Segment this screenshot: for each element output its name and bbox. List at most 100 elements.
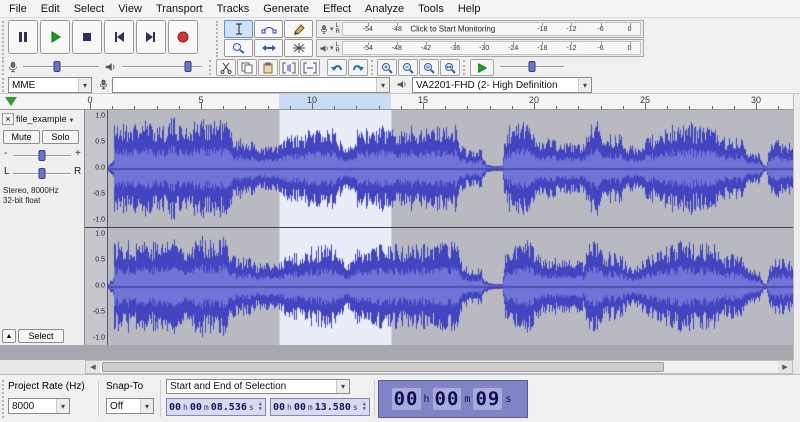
spin-down-icon[interactable]: ▼ <box>259 407 262 412</box>
redo-button[interactable] <box>348 59 368 76</box>
select-track-button[interactable]: Select <box>18 329 64 343</box>
menu-item-tracks[interactable]: Tracks <box>210 2 257 16</box>
recording-device-select[interactable]: ▾ <box>112 77 390 93</box>
start-minutes: 00 <box>190 402 202 413</box>
edit-toolbar-handle[interactable] <box>209 60 213 75</box>
play-speed-slider[interactable] <box>500 61 564 73</box>
solo-button[interactable]: Solo <box>42 130 79 144</box>
audio-host-value: MME <box>12 80 78 91</box>
time-shift-tool-button[interactable] <box>254 39 283 57</box>
playback-volume-slider[interactable] <box>122 61 202 73</box>
project-rate-select[interactable]: 8000▾ <box>8 398 70 414</box>
slider-thumb[interactable] <box>39 168 46 179</box>
ruler-tick <box>401 106 402 109</box>
zoom-to-selection-button[interactable] <box>419 59 439 76</box>
menu-item-effect[interactable]: Effect <box>316 2 358 16</box>
menu-item-help[interactable]: Help <box>451 2 488 16</box>
selection-end-field[interactable]: 00h00m13.580s ▲▼ <box>270 398 370 416</box>
collapse-track-button[interactable]: ▲ <box>2 329 16 343</box>
skip-to-start-button[interactable] <box>104 20 134 54</box>
start-seconds: 08.536 <box>211 402 247 413</box>
waveform-area[interactable] <box>108 110 793 345</box>
copy-button[interactable] <box>237 59 257 76</box>
slider-thumb[interactable] <box>54 61 61 72</box>
db-scale-label: 0.5 <box>95 139 105 146</box>
menu-item-edit[interactable]: Edit <box>34 2 67 16</box>
zoom-toolbar-handle[interactable] <box>371 60 375 75</box>
menu-item-file[interactable]: File <box>2 2 34 16</box>
menu-item-generate[interactable]: Generate <box>256 2 316 16</box>
track-title[interactable]: file_example▼ <box>16 114 74 124</box>
pause-button[interactable] <box>8 20 38 54</box>
selection-tool-button[interactable] <box>224 20 253 38</box>
silence-audio-button[interactable] <box>300 59 320 76</box>
horizontal-scrollbar-thumb[interactable] <box>102 362 664 372</box>
recording-volume-slider[interactable] <box>23 61 99 73</box>
meter-dropdown-icon[interactable]: ▾ <box>330 25 334 33</box>
microphone-icon <box>98 78 109 91</box>
device-toolbar-handle[interactable] <box>2 78 6 92</box>
zoom-in-button[interactable] <box>377 59 397 76</box>
audio-position-display[interactable]: 00h00m09s <box>378 380 528 418</box>
snap-to-select[interactable]: Off▾ <box>106 398 154 414</box>
recording-meter[interactable]: ▾ LR -54-48-18-12-60Click to Start Monit… <box>316 20 644 38</box>
menu-item-tools[interactable]: Tools <box>411 2 451 16</box>
record-button[interactable] <box>168 20 198 54</box>
play-pin-icon[interactable] <box>5 97 17 106</box>
audio-host-select[interactable]: MME▾ <box>8 77 92 93</box>
waveform-right-channel[interactable] <box>108 228 793 345</box>
trim-audio-button[interactable] <box>279 59 299 76</box>
menu-item-transport[interactable]: Transport <box>149 2 210 16</box>
playback-meter[interactable]: ▾ LR -54-48-42-36-30-24-18-12-60 <box>316 39 644 57</box>
slider-thumb[interactable] <box>39 150 46 161</box>
close-track-button[interactable]: × <box>2 113 14 125</box>
db-ruler-left-channel: 1.00.50.0-0.5-1.0 <box>85 110 107 227</box>
menu-item-view[interactable]: View <box>111 2 149 16</box>
zoom-out-button[interactable] <box>398 59 418 76</box>
vertical-scrollbar[interactable] <box>793 94 800 360</box>
slider-thumb[interactable] <box>184 61 191 72</box>
stop-button[interactable] <box>72 20 102 54</box>
track-menu-icon[interactable]: ▼ <box>69 118 75 124</box>
scroll-left-button[interactable]: ◀ <box>86 361 100 373</box>
zoom-to-fit-button[interactable] <box>440 59 460 76</box>
ruler-selection[interactable] <box>279 94 391 109</box>
horizontal-scrollbar[interactable]: ◀ ▶ <box>85 360 793 374</box>
selection-start-field[interactable]: 00h00m08.536s ▲▼ <box>166 398 266 416</box>
ruler-tick <box>556 106 557 109</box>
mute-button[interactable]: Mute <box>3 130 40 144</box>
scroll-right-button[interactable]: ▶ <box>778 361 792 373</box>
selection-toolbar-handle[interactable] <box>2 380 6 418</box>
ruler-label: 0 <box>87 95 92 105</box>
skip-to-end-button[interactable] <box>136 20 166 54</box>
menu-item-select[interactable]: Select <box>67 2 112 16</box>
mixer-toolbar-handle[interactable] <box>2 60 6 75</box>
selection-mode-select[interactable]: Start and End of Selection▾ <box>166 379 350 394</box>
multi-tool-button[interactable] <box>284 39 313 57</box>
play-at-speed-button[interactable] <box>470 59 494 76</box>
envelope-tool-button[interactable] <box>254 20 283 38</box>
spin-down-icon[interactable]: ▼ <box>363 407 366 412</box>
meter-dropdown-icon[interactable]: ▾ <box>330 44 334 52</box>
draw-tool-button[interactable] <box>284 20 313 38</box>
gain-slider[interactable] <box>13 150 71 162</box>
zoom-in-icon <box>380 62 394 74</box>
pan-slider[interactable] <box>13 168 71 180</box>
zoom-tool-button[interactable] <box>224 39 253 57</box>
tools-toolbar-handle[interactable] <box>216 21 220 57</box>
slider-thumb[interactable] <box>529 61 536 72</box>
playback-device-select[interactable]: VA2201-FHD (2- High Definition▾ <box>412 77 592 93</box>
menu-item-analyze[interactable]: Analyze <box>358 2 411 16</box>
undo-button[interactable] <box>327 59 347 76</box>
seconds-unit: s <box>249 403 254 412</box>
ruler-tick <box>601 106 602 109</box>
waveform-left-channel[interactable] <box>108 110 793 227</box>
play-at-speed-toolbar-handle[interactable] <box>463 60 467 75</box>
timeline-ruler[interactable]: 051015202530 <box>85 94 793 110</box>
play-button[interactable] <box>40 20 70 54</box>
speaker-icon <box>319 42 329 55</box>
gain-plus-label: + <box>75 148 81 159</box>
paste-button[interactable] <box>258 59 278 76</box>
monitor-text[interactable]: Click to Start Monitoring <box>410 25 495 34</box>
cut-button[interactable] <box>216 59 236 76</box>
